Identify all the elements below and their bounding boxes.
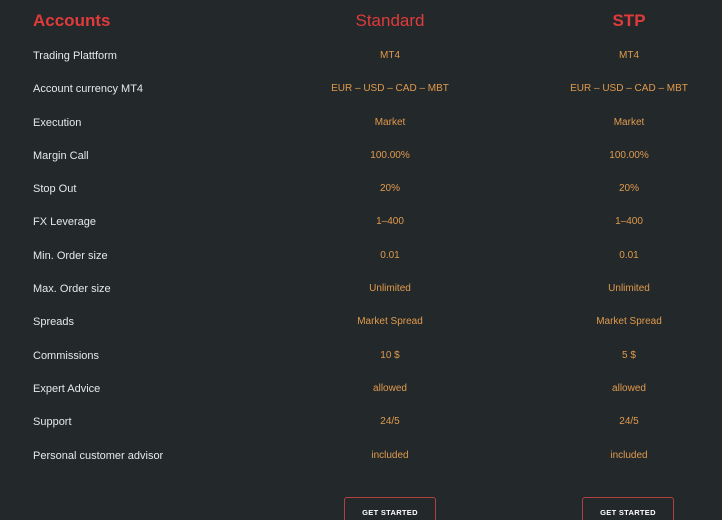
row-label: Support xyxy=(33,416,72,429)
stp-get-started-button[interactable]: GET STARTED xyxy=(582,497,674,520)
stp-value: Unlimited xyxy=(608,283,650,295)
standard-value: EUR – USD – CAD – MBT xyxy=(331,83,449,95)
row-label: Personal customer advisor xyxy=(33,449,164,462)
standard-value: 1–400 xyxy=(376,216,404,228)
row-label: Trading Plattform xyxy=(33,50,117,62)
table-row: FX Leverage 1–400 1–400 xyxy=(0,205,722,238)
table-row: Min. Order size 0.01 0.01 xyxy=(0,239,722,272)
row-label: Expert Advice xyxy=(33,382,101,395)
stp-value: 0.01 xyxy=(619,249,639,261)
standard-value: included xyxy=(371,449,409,461)
table-row: Expert Advice allowed allowed xyxy=(0,372,722,405)
standard-value: Unlimited xyxy=(369,283,411,295)
row-label: Min. Order size xyxy=(33,249,108,262)
stp-value: allowed xyxy=(612,382,646,394)
stp-value: Market xyxy=(613,116,645,128)
table-row: Max. Order size Unlimited Unlimited xyxy=(0,272,722,305)
standard-value: Market Spread xyxy=(357,316,423,328)
row-label: Margin Call xyxy=(33,149,89,162)
stp-value: 100.00% xyxy=(609,149,649,161)
row-label: Spreads xyxy=(33,316,74,329)
row-label: FX Leverage xyxy=(33,216,96,229)
table-row: Support 24/5 24/5 xyxy=(0,405,722,438)
stp-value: EUR – USD – CAD – MBT xyxy=(570,83,688,95)
stp-value: Market Spread xyxy=(596,316,662,328)
standard-get-started-button[interactable]: GET STARTED xyxy=(344,497,436,520)
row-label: Max. Order size xyxy=(33,283,111,296)
table-row: Spreads Market Spread Market Spread xyxy=(0,305,722,338)
table-header: Accounts Standard STP xyxy=(0,0,722,40)
table-body: Trading Plattform MT4 MT4 Account currency … xyxy=(0,39,722,472)
stp-value: 1–400 xyxy=(615,216,643,228)
row-label: Execution xyxy=(33,116,82,129)
row-label: Stop Out xyxy=(33,183,77,196)
standard-value: 10 $ xyxy=(380,349,400,361)
accounts-heading: Accounts xyxy=(33,11,111,30)
table-row: Account currency MT4 EUR – USD – CAD – MB… xyxy=(0,72,722,105)
stp-value: 24/5 xyxy=(619,416,639,428)
stp-column-heading: STP xyxy=(612,11,646,30)
stp-value: included xyxy=(610,449,648,461)
stp-value: 20% xyxy=(618,183,640,195)
stp-value: 5 $ xyxy=(622,349,636,361)
standard-value: Market xyxy=(374,116,406,128)
stp-value: MT4 xyxy=(619,50,639,61)
standard-value: 20% xyxy=(379,183,401,195)
table-row: Commissions 10 $ 5 $ xyxy=(0,339,722,372)
standard-value: 24/5 xyxy=(380,416,400,428)
account-comparison-table: Accounts Standard STP Trading Plattform M… xyxy=(0,0,722,520)
standard-value: 0.01 xyxy=(380,249,400,261)
table-row: Personal customer advisor included include… xyxy=(0,439,722,472)
standard-value: MT4 xyxy=(380,50,400,61)
standard-value: allowed xyxy=(373,382,407,394)
table-row: Margin Call 100.00% 100.00% xyxy=(0,139,722,172)
row-label: Account currency MT4 xyxy=(33,83,144,96)
standard-column-heading: Standard xyxy=(355,11,425,30)
standard-value: 100.00% xyxy=(370,149,410,161)
table-row: Execution Market Market xyxy=(0,106,722,139)
row-label: Commissions xyxy=(33,349,100,362)
table-row: Trading Plattform MT4 MT4 xyxy=(0,39,722,72)
table-row: Stop Out 20% 20% xyxy=(0,172,722,205)
